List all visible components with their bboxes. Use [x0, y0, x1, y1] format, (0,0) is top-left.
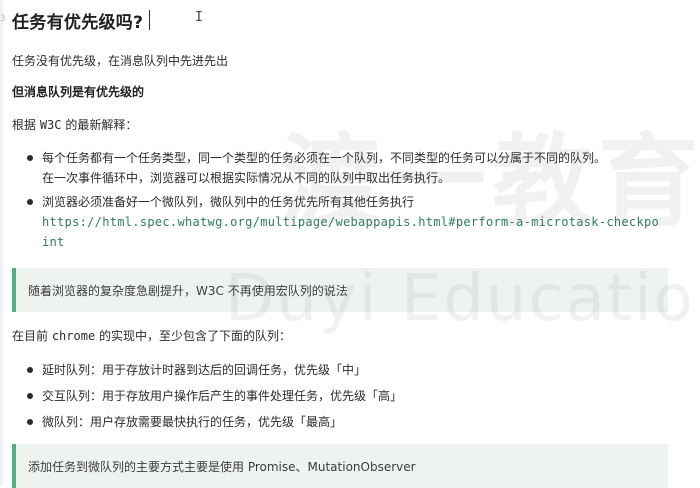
spec-link-continued[interactable]: int	[42, 235, 65, 249]
paragraph-w3c: 根据 W3C 的最新解释：	[12, 116, 137, 134]
chrome-code: chrome	[51, 329, 96, 343]
document-page: 3 任务有优先级吗? I 任务没有优先级，在消息队列中先进先出 但消息队列是有优…	[0, 0, 700, 488]
bullet-icon	[27, 199, 33, 205]
paragraph-chrome: 在目前 chrome 的实现中，至少包含了下面的队列：	[12, 327, 291, 345]
w3c-prefix: 根据	[12, 118, 40, 132]
line-number: 3	[0, 14, 6, 24]
bullet-icon	[27, 155, 33, 161]
chrome-prefix: 在目前	[12, 329, 52, 343]
task-type-list: 每个任务都有一个任务类型，同一个类型的任务必须在一个队列，不同类型的任务可以分属…	[22, 148, 659, 252]
heading-row[interactable]: 任务有优先级吗?	[12, 6, 151, 34]
text-caret	[149, 10, 151, 30]
list-item: 延时队列：用于存放计时器到达后的回调任务，优先级「中」	[22, 357, 402, 383]
list-item: 浏览器必须准备好一个微队列，微队列中的任务优先所有其他任务执行	[22, 192, 659, 212]
paragraph-no-priority: 任务没有优先级，在消息队列中先进先出	[12, 54, 229, 68]
chrome-suffix: 的实现中，至少包含了下面的队列：	[95, 329, 292, 343]
list-item-link-line: https://html.spec.whatwg.org/multipage/w…	[22, 212, 659, 232]
paragraph-queue-priority: 但消息队列是有优先级的	[12, 85, 145, 99]
list-item-text: 每个任务都有一个任务类型，同一个类型的任务必须在一个队列，不同类型的任务可以分属…	[42, 151, 607, 165]
w3c-code: W3C	[39, 118, 62, 132]
list-item-text: 在一次事件循环中，浏览器可以根据实际情况从不同的队列中取出任务执行。	[42, 171, 451, 185]
list-item-continuation: 在一次事件循环中，浏览器可以根据实际情况从不同的队列中取出任务执行。	[22, 168, 659, 188]
page-title: 任务有优先级吗?	[12, 12, 144, 33]
list-item: 每个任务都有一个任务类型，同一个类型的任务必须在一个队列，不同类型的任务可以分属…	[22, 148, 659, 168]
list-item-text: 浏览器必须准备好一个微队列，微队列中的任务优先所有其他任务执行	[42, 195, 415, 209]
editor-gutter	[0, 0, 3, 485]
list-item: 微队列：用户存放需要最快执行的任务，优先级「最高」	[22, 409, 402, 435]
w3c-suffix: 的最新解释：	[61, 118, 138, 132]
bullet-icon	[27, 393, 33, 399]
bullet-icon	[27, 419, 33, 425]
bullet-icon	[27, 367, 33, 373]
spec-link[interactable]: https://html.spec.whatwg.org/multipage/w…	[42, 215, 659, 229]
i-beam-cursor-icon: I	[195, 10, 203, 25]
queue-list: 延时队列：用于存放计时器到达后的回调任务，优先级「中」 交互队列：用于存放用户操…	[22, 357, 402, 435]
note-blockquote: 随着浏览器的复杂度急剧提升，W3C 不再使用宏队列的说法	[12, 268, 668, 312]
blockquote-text: 随着浏览器的复杂度急剧提升，W3C 不再使用宏队列的说法	[28, 283, 348, 298]
list-item-text: 延时队列：用于存放计时器到达后的回调任务，优先级「中」	[42, 363, 367, 377]
blockquote-text: 添加任务到微队列的主要方式主要是使用 Promise、MutationObser…	[28, 459, 416, 474]
microtask-blockquote: 添加任务到微队列的主要方式主要是使用 Promise、MutationObser…	[12, 444, 668, 488]
list-item-text: 微队列：用户存放需要最快执行的任务，优先级「最高」	[42, 415, 343, 429]
list-item: 交互队列：用于存放用户操作后产生的事件处理任务，优先级「高」	[22, 383, 402, 409]
list-item-text: 交互队列：用于存放用户操作后产生的事件处理任务，优先级「高」	[42, 389, 403, 403]
list-item-link-line: int	[22, 232, 659, 252]
